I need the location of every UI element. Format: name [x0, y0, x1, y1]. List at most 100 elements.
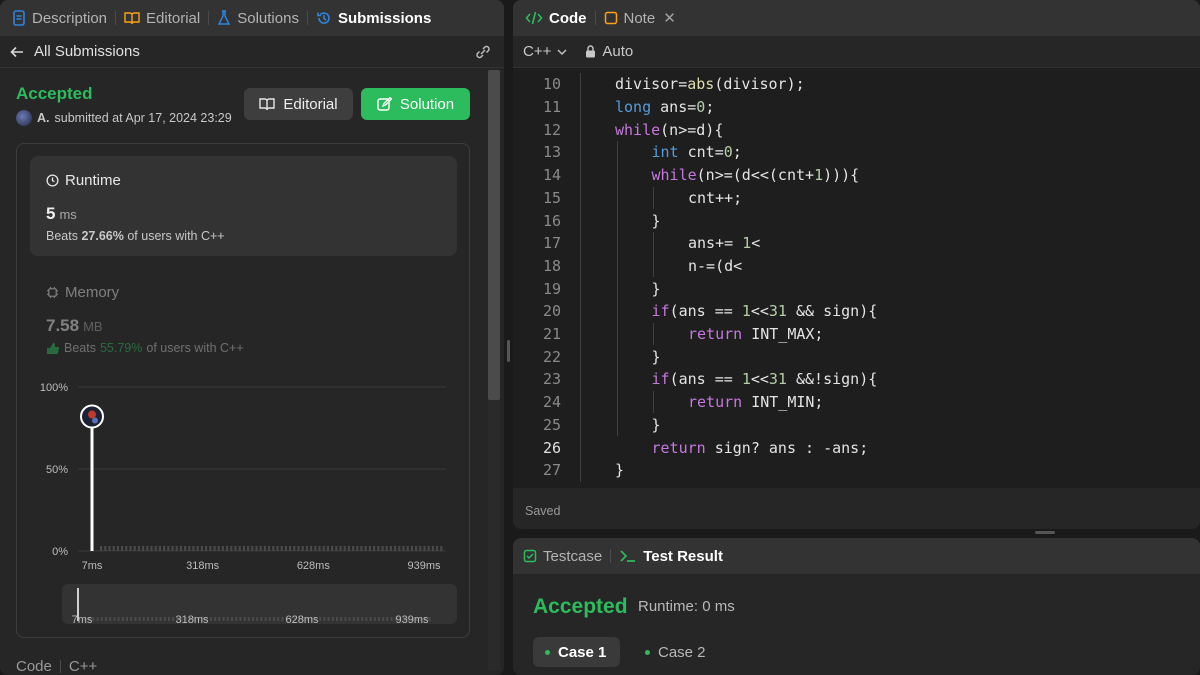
x-tick-label: 318ms — [186, 560, 220, 572]
bar — [259, 546, 262, 551]
runtime-distribution-chart[interactable]: 100% 50% 0% 7ms 318ms 628ms 939ms — [30, 375, 460, 575]
avatar-detail — [88, 410, 96, 419]
tab-editorial[interactable]: Editorial — [124, 10, 200, 27]
bar — [234, 546, 237, 551]
minimap-bar — [130, 617, 133, 621]
language-select[interactable]: C++ — [523, 43, 567, 60]
minimap-bar — [327, 617, 330, 621]
minimap-bar — [155, 617, 158, 621]
clock-icon — [46, 174, 59, 187]
minimap-bar — [336, 617, 338, 621]
tab-solutions[interactable]: Solutions — [217, 10, 299, 27]
bar — [226, 546, 229, 551]
avatar[interactable] — [16, 110, 32, 126]
left-scrollbar[interactable] — [488, 70, 500, 670]
vertical-resize-handle[interactable] — [507, 340, 510, 362]
code-area[interactable]: 10 divisor=abs(divisor); 11 long ans=0; 12 wh… — [513, 68, 1200, 488]
bar — [217, 546, 220, 551]
bar — [104, 546, 107, 551]
bar — [221, 546, 224, 551]
left-scrollbar-thumb[interactable] — [488, 70, 500, 400]
runtime-beats-suffix: of users with C++ — [127, 229, 225, 243]
code-line[interactable]: 10 divisor=abs(divisor); — [513, 73, 1200, 96]
case-1-button[interactable]: Case 1 — [533, 637, 621, 667]
line-number: 27 — [542, 461, 561, 480]
bar — [184, 546, 187, 551]
indent-guide — [653, 186, 654, 210]
horizontal-resize-handle[interactable] — [1035, 531, 1055, 534]
auto-mode[interactable]: Auto — [585, 43, 633, 60]
bar — [423, 546, 426, 551]
tab-submissions[interactable]: Submissions — [316, 10, 431, 27]
avatar-detail — [92, 417, 98, 424]
close-icon[interactable]: ✕ — [663, 9, 676, 27]
memory-unit: MB — [83, 319, 103, 334]
bar — [381, 546, 384, 551]
minimap-bar — [260, 617, 263, 621]
code-tab[interactable]: Code — [16, 658, 52, 675]
bar — [188, 546, 191, 551]
runtime-title: Runtime — [46, 172, 121, 189]
bar — [268, 546, 271, 551]
line-number: 12 — [542, 120, 561, 139]
bar — [297, 546, 300, 551]
tab-testcase[interactable]: Testcase — [523, 548, 602, 565]
code-line[interactable]: 27} — [513, 459, 1200, 482]
minimap-bar — [100, 617, 103, 621]
bar — [385, 546, 388, 551]
username[interactable]: A. — [37, 111, 50, 125]
line-number: 13 — [542, 143, 561, 162]
runtime-title-label: Runtime — [65, 172, 121, 189]
minimap-tick-label: 318ms — [175, 614, 209, 624]
minimap-bar — [163, 617, 166, 621]
line-number: 15 — [542, 188, 561, 207]
minimap-bar — [231, 617, 233, 621]
bar — [247, 546, 250, 551]
bar — [205, 546, 208, 551]
tab-note[interactable]: Note ✕ — [604, 9, 676, 27]
minimap-bar — [96, 617, 99, 621]
code-line[interactable]: 11 long ans=0; — [513, 96, 1200, 119]
code-section-header: Code C++ — [16, 658, 97, 675]
checkbox-icon — [523, 549, 537, 563]
bar — [125, 546, 128, 551]
code-text: } — [651, 279, 661, 298]
minimap-bar — [323, 617, 326, 621]
y-tick-label: 0% — [52, 546, 68, 558]
mode-label: Auto — [602, 43, 634, 60]
edit-icon — [377, 96, 392, 111]
code-line[interactable]: 26 return sign? ans : -ans; — [513, 436, 1200, 459]
case-2-button[interactable]: Case 2 — [633, 637, 720, 667]
line-number: 23 — [542, 370, 561, 389]
terminal-icon — [620, 550, 636, 562]
bar — [347, 546, 350, 551]
indent-guide — [653, 322, 654, 346]
line-number: 19 — [542, 279, 561, 298]
all-submissions-back-link[interactable]: All Submissions — [10, 43, 140, 60]
tab-divider — [594, 11, 596, 25]
submission-subbar: All Submissions — [0, 36, 504, 68]
code-line[interactable]: 12 while(n>=d){ — [513, 118, 1200, 141]
lang-tab[interactable]: C++ — [69, 658, 97, 675]
runtime-value: 5 ms — [46, 204, 77, 224]
runtime-beats: Beats 27.66% of users with C++ — [46, 229, 225, 243]
bar — [238, 546, 241, 551]
tab-description[interactable]: Description — [12, 10, 107, 27]
minimap-bar — [273, 617, 275, 621]
tab-code[interactable]: Code — [525, 10, 587, 27]
solution-button[interactable]: Solution — [361, 88, 470, 120]
bar — [272, 546, 275, 551]
code-text: if(ans == 1<<31 && sign){ — [651, 302, 878, 321]
minimap-bar — [319, 617, 322, 621]
tab-test-result[interactable]: Test Result — [619, 548, 723, 565]
line-number: 26 — [542, 438, 561, 457]
minimap-tick-label: 628ms — [285, 614, 319, 624]
memory-title[interactable]: Memory — [46, 284, 119, 301]
editorial-button[interactable]: Editorial — [244, 88, 353, 120]
link-icon[interactable] — [474, 45, 492, 59]
minimap-bar — [352, 617, 355, 621]
minimap-bar — [218, 617, 221, 621]
chart-range-minimap[interactable]: 7ms 318ms 628ms 939ms — [62, 584, 457, 626]
bar — [129, 546, 132, 551]
saved-status: Saved — [525, 504, 561, 518]
